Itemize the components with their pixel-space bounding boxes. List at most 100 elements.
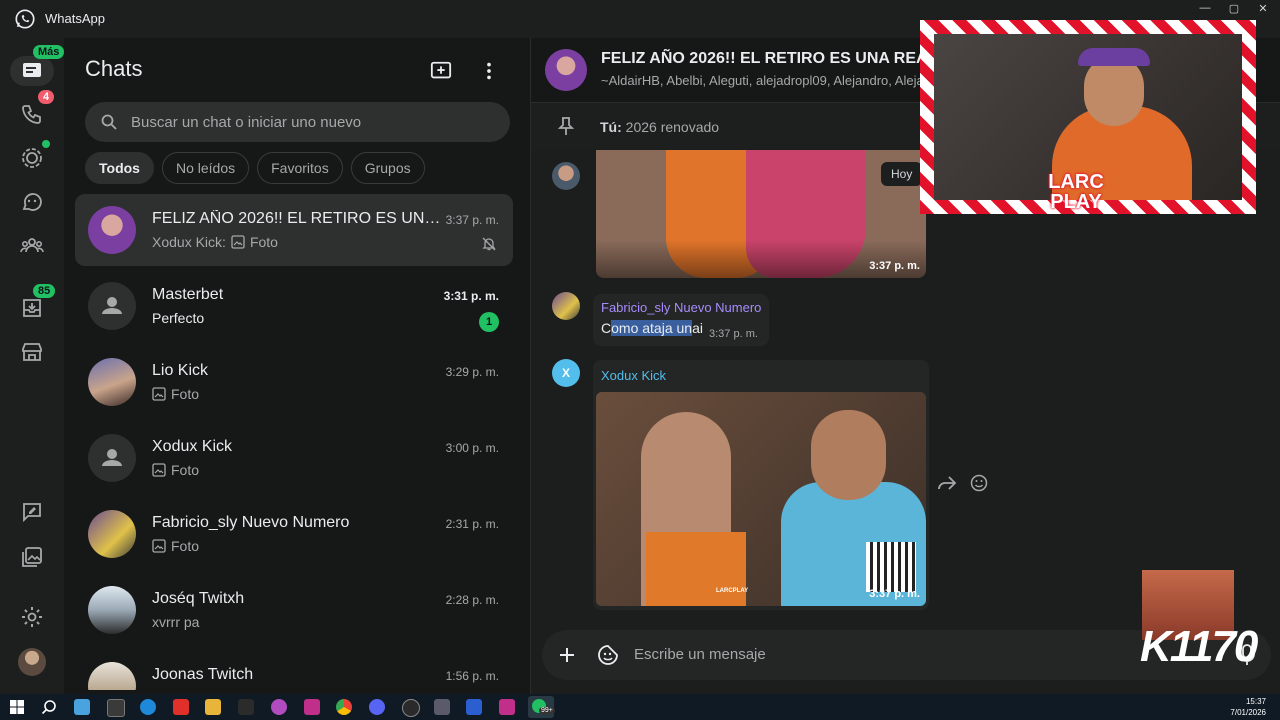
emoji-react-icon[interactable] (970, 474, 988, 492)
chat-time: 2:31 p. m. (445, 517, 499, 531)
chat-name: Joséq Twitxh (152, 590, 245, 607)
taskbar-app-icon[interactable] (107, 699, 125, 717)
group-avatar[interactable] (545, 49, 587, 91)
taskbar-app-icon[interactable] (238, 699, 254, 715)
text-message[interactable]: Fabricio_sly Nuevo Numero Como ataja una… (593, 294, 769, 346)
avatar (88, 510, 136, 558)
taskbar-search-icon[interactable] (41, 699, 57, 715)
group-name: FELIZ AÑO 2026!! EL RETIRO ES UNA REALIL (601, 50, 952, 67)
minimize-button[interactable]: — (1190, 2, 1220, 14)
new-chat-icon[interactable] (430, 60, 452, 82)
business-tools-icon[interactable] (20, 340, 44, 364)
sender-avatar[interactable] (552, 162, 580, 190)
avatar (88, 434, 136, 482)
avatar (88, 282, 136, 330)
calls-icon[interactable] (20, 102, 44, 126)
avatar (88, 206, 136, 254)
chat-item-lio-kick[interactable]: Lio Kick 3:29 p. m. Foto (75, 346, 513, 418)
taskbar-app-icon[interactable] (499, 699, 515, 715)
chat-time: 3:00 p. m. (445, 441, 499, 455)
message-input[interactable]: Escribe un mensaje (634, 646, 766, 663)
taskbar-edge-icon[interactable] (140, 699, 156, 715)
search-bar[interactable]: Buscar un chat o iniciar uno nuevo (85, 102, 510, 142)
taskbar-whatsapp-badge: 99+ (539, 707, 555, 714)
settings-gear-icon[interactable] (20, 605, 44, 629)
channels-icon[interactable] (20, 190, 44, 214)
taskbar-folder-icon[interactable] (205, 699, 221, 715)
menu-kebab-icon[interactable] (478, 60, 500, 82)
search-icon (101, 114, 117, 130)
taskbar-calculator-icon[interactable] (434, 699, 450, 715)
chat-item-joonas[interactable]: Joonas Twitch 1:56 p. m. (75, 650, 513, 690)
sender-avatar[interactable] (552, 292, 580, 320)
whatsapp-logo-icon (15, 9, 35, 29)
profile-avatar[interactable] (18, 648, 46, 676)
attach-plus-icon[interactable] (558, 646, 576, 664)
chat-list: FELIZ AÑO 2026!! EL RETIRO ES UNA ... 3:… (75, 194, 513, 694)
chat-item-feliz-ano[interactable]: FELIZ AÑO 2026!! EL RETIRO ES UNA ... 3:… (75, 194, 513, 266)
group-members: ~AldairHB, Abelbi, Aleguti, alejadropl09… (601, 73, 931, 88)
close-window-button[interactable]: ✕ (1248, 2, 1278, 15)
chat-time: 3:31 p. m. (443, 289, 499, 303)
chat-list-panel: Chats Buscar un chat o iniciar uno nuevo… (64, 38, 531, 694)
overlay-label: LARCPLAY (716, 588, 749, 594)
message-time: 3:37 p. m. (869, 588, 920, 600)
preview-sender: Xodux Kick: (152, 234, 226, 250)
webcam-overlay: LARC PLAY (920, 20, 1256, 214)
photo-icon (152, 387, 166, 401)
webcam-person-face (1084, 56, 1144, 126)
avatar-letter: X (561, 366, 570, 380)
chat-item-xodux-kick[interactable]: Xodux Kick 3:00 p. m. Foto (75, 422, 513, 494)
sender-avatar[interactable]: X (552, 359, 580, 387)
communities-icon[interactable] (20, 234, 44, 258)
pinned-text: Tú: 2026 renovado (600, 119, 719, 135)
app-title: WhatsApp (45, 11, 105, 26)
default-person-icon (102, 449, 122, 466)
chat-item-masterbet[interactable]: Masterbet 3:31 p. m. Perfecto 1 (75, 270, 513, 342)
status-icon[interactable] (20, 146, 44, 170)
filter-todos[interactable]: Todos (85, 152, 154, 184)
taskbar-app-icon[interactable] (74, 699, 90, 715)
archived-icon[interactable] (20, 296, 44, 320)
taskbar-clock[interactable]: 15:37 7/01/2026 (1230, 696, 1266, 718)
filter-chips: Todos No leídos Favoritos Grupos (85, 152, 425, 184)
preview-text: Foto (249, 234, 278, 250)
taskbar-app-icon[interactable] (271, 699, 287, 715)
day-chip: Hoy (881, 162, 923, 186)
preview-text: Foto (171, 386, 200, 402)
image-message[interactable]: LARCPLAY 3:37 p. m. (596, 392, 926, 606)
chat-name: Joonas Twitch (152, 666, 254, 683)
chat-item-joseq[interactable]: Joséq Twitxh 2:28 p. m. xvrrr pa (75, 574, 513, 646)
sticker-icon[interactable] (597, 644, 619, 666)
meta-ai-icon[interactable] (20, 500, 44, 524)
taskbar-word-icon[interactable] (466, 699, 482, 715)
search-input[interactable]: Buscar un chat o iniciar uno nuevo (131, 114, 361, 131)
chat-time: 2:28 p. m. (445, 593, 499, 607)
chat-item-fabricio[interactable]: Fabricio_sly Nuevo Numero 2:31 p. m. Fot… (75, 498, 513, 570)
muted-bell-icon (482, 237, 496, 251)
taskbar-chrome-icon[interactable] (336, 699, 352, 715)
chats-nav-button[interactable] (10, 56, 54, 86)
message-time: 3:37 p. m. (869, 260, 920, 272)
filter-grupos[interactable]: Grupos (350, 152, 425, 184)
filter-no-leidos[interactable]: No leídos (161, 152, 250, 184)
default-person-icon (102, 297, 122, 314)
maximize-button[interactable]: ▢ (1219, 2, 1249, 15)
filter-favoritos[interactable]: Favoritos (257, 152, 343, 184)
preview-text: Foto (171, 538, 200, 554)
taskbar-app-icon[interactable] (173, 699, 189, 715)
windows-start-icon[interactable] (9, 699, 25, 715)
status-dot (42, 140, 50, 148)
media-icon[interactable] (20, 545, 44, 569)
clock-time: 15:37 (1245, 697, 1266, 706)
taskbar-discord-icon[interactable] (369, 699, 385, 715)
photo-icon (231, 235, 245, 249)
chat-name: Masterbet (152, 286, 224, 303)
clock-date: 7/01/2026 (1230, 708, 1266, 717)
pinned-sender: Tú: (600, 119, 622, 135)
taskbar-obs-icon[interactable] (402, 699, 420, 717)
forward-icon[interactable] (937, 474, 957, 492)
taskbar-app-icon[interactable] (304, 699, 320, 715)
image-message[interactable]: 3:37 p. m. (596, 150, 926, 278)
taskbar-whatsapp-icon[interactable]: 99+ (528, 696, 555, 718)
